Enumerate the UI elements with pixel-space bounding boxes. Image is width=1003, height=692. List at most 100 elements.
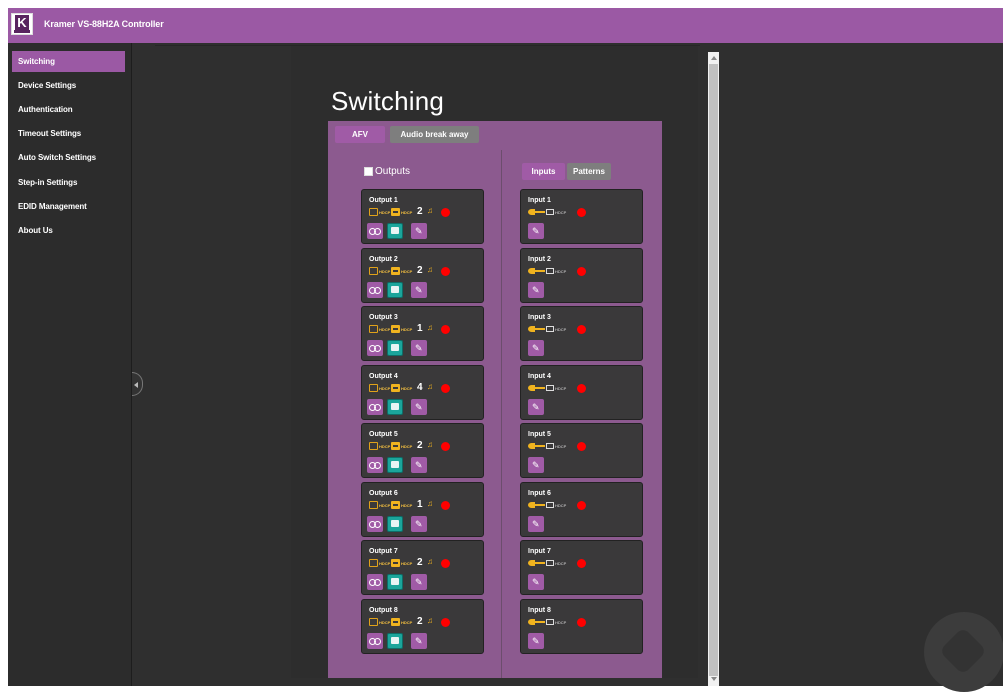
- routed-input-number: 2: [417, 557, 423, 568]
- edit-icon: ✎: [532, 226, 540, 236]
- output-card[interactable]: Output 5 HDCP HDCP 2 ♫ ✎: [361, 423, 484, 478]
- output-card[interactable]: Output 4 HDCP HDCP 4 ♫ ✎: [361, 365, 484, 420]
- screen-button[interactable]: [387, 574, 403, 590]
- link-button[interactable]: [367, 223, 383, 239]
- outputs-checkbox[interactable]: [364, 167, 373, 176]
- edit-icon: ✎: [415, 226, 423, 236]
- link-button[interactable]: [367, 457, 383, 473]
- edit-button[interactable]: ✎: [528, 399, 544, 415]
- edit-button[interactable]: ✎: [411, 457, 427, 473]
- input-box-icon: [546, 385, 554, 391]
- output-box-icon: [391, 501, 400, 509]
- status-dot: [577, 384, 586, 393]
- hdcp-label: HDCP: [401, 327, 413, 332]
- audio-icon: ♫: [427, 440, 433, 449]
- hdcp-label: HDCP: [555, 386, 567, 391]
- screen-button[interactable]: [387, 399, 403, 415]
- status-dot: [577, 618, 586, 627]
- scroll-down-icon[interactable]: [711, 677, 717, 681]
- tab-inputs[interactable]: Inputs: [522, 163, 565, 180]
- audio-icon: ♫: [427, 557, 433, 566]
- output-card[interactable]: Output 8 HDCP HDCP 2 ♫ ✎: [361, 599, 484, 654]
- hdcp-label: HDCP: [379, 620, 391, 625]
- screen-button[interactable]: [387, 633, 403, 649]
- edit-button[interactable]: ✎: [411, 516, 427, 532]
- tab-patterns[interactable]: Patterns: [567, 163, 611, 180]
- edit-button[interactable]: ✎: [528, 516, 544, 532]
- screen-icon: [391, 286, 399, 293]
- edit-button[interactable]: ✎: [528, 340, 544, 356]
- sidebar-item-edid-management[interactable]: EDID Management: [12, 196, 125, 217]
- input-card[interactable]: Input 5 HDCP ✎: [520, 423, 643, 478]
- vertical-scrollbar[interactable]: [708, 52, 719, 686]
- input-card[interactable]: Input 7 HDCP ✎: [520, 540, 643, 595]
- link-button[interactable]: [367, 574, 383, 590]
- output-card[interactable]: Output 7 HDCP HDCP 2 ♫ ✎: [361, 540, 484, 595]
- screen-button[interactable]: [387, 340, 403, 356]
- edit-button[interactable]: ✎: [411, 223, 427, 239]
- tab-afv[interactable]: AFV: [335, 126, 385, 143]
- sidebar-item-switching[interactable]: Switching: [12, 51, 125, 72]
- sidebar-item-device-settings[interactable]: Device Settings: [12, 75, 125, 96]
- output-name: Output 2: [369, 256, 398, 263]
- output-card[interactable]: Output 1 HDCP HDCP 2 ♫ ✎: [361, 189, 484, 244]
- sidebar-item-authentication[interactable]: Authentication: [12, 99, 125, 120]
- output-card[interactable]: Output 2 HDCP HDCP 2 ♫ ✎: [361, 248, 484, 303]
- link-button[interactable]: [367, 399, 383, 415]
- link-button[interactable]: [367, 516, 383, 532]
- input-box-icon: [546, 502, 554, 508]
- screen-button[interactable]: [387, 516, 403, 532]
- edit-button[interactable]: ✎: [411, 282, 427, 298]
- edit-button[interactable]: ✎: [411, 399, 427, 415]
- routed-input-number: 1: [417, 499, 423, 510]
- input-card[interactable]: Input 6 HDCP ✎: [520, 482, 643, 537]
- input-card[interactable]: Input 4 HDCP ✎: [520, 365, 643, 420]
- scroll-up-icon[interactable]: [711, 56, 717, 60]
- edit-icon: ✎: [415, 343, 423, 353]
- edit-button[interactable]: ✎: [411, 340, 427, 356]
- edit-button[interactable]: ✎: [528, 223, 544, 239]
- output-card[interactable]: Output 6 HDCP HDCP 1 ♫ ✎: [361, 482, 484, 537]
- hdcp-label: HDCP: [379, 386, 391, 391]
- edit-button[interactable]: ✎: [528, 282, 544, 298]
- edit-button[interactable]: ✎: [411, 633, 427, 649]
- sidebar-item-timeout-settings[interactable]: Timeout Settings: [12, 123, 125, 144]
- input-name: Input 4: [528, 373, 551, 380]
- edit-icon: ✎: [415, 519, 423, 529]
- edit-icon: ✎: [415, 402, 423, 412]
- edit-button[interactable]: ✎: [528, 574, 544, 590]
- screen-button[interactable]: [387, 457, 403, 473]
- output-card[interactable]: Output 3 HDCP HDCP 1 ♫ ✎: [361, 306, 484, 361]
- status-dot: [577, 267, 586, 276]
- hdcp-label: HDCP: [555, 620, 567, 625]
- input-card[interactable]: Input 3 HDCP ✎: [520, 306, 643, 361]
- edit-button[interactable]: ✎: [411, 574, 427, 590]
- input-card[interactable]: Input 2 HDCP ✎: [520, 248, 643, 303]
- edit-button[interactable]: ✎: [528, 457, 544, 473]
- input-card[interactable]: Input 8 HDCP ✎: [520, 599, 643, 654]
- scroll-thumb[interactable]: [709, 64, 718, 676]
- edit-button[interactable]: ✎: [528, 633, 544, 649]
- input-box-icon: [546, 443, 554, 449]
- hdcp-label: HDCP: [379, 444, 391, 449]
- hdcp-label: HDCP: [401, 386, 413, 391]
- sidebar: Switching Device Settings Authentication…: [8, 43, 131, 686]
- input-card[interactable]: Input 1 HDCP ✎: [520, 189, 643, 244]
- link-button[interactable]: [367, 340, 383, 356]
- input-box-icon: [546, 619, 554, 625]
- screen-button[interactable]: [387, 223, 403, 239]
- screen-icon: [391, 403, 399, 410]
- sidebar-item-step-in-settings[interactable]: Step-in Settings: [12, 172, 125, 193]
- tab-audio-break-away[interactable]: Audio break away: [390, 126, 479, 143]
- status-dot: [441, 442, 450, 451]
- sidebar-item-auto-switch-settings[interactable]: Auto Switch Settings: [12, 147, 125, 168]
- sidebar-item-about-us[interactable]: About Us: [12, 220, 125, 241]
- screen-icon: [391, 520, 399, 527]
- link-button[interactable]: [367, 282, 383, 298]
- edit-icon: ✎: [532, 519, 540, 529]
- monitor-icon: [369, 325, 378, 333]
- hdcp-label: HDCP: [555, 444, 567, 449]
- screen-button[interactable]: [387, 282, 403, 298]
- link-button[interactable]: [367, 633, 383, 649]
- page-title: Switching: [331, 86, 445, 116]
